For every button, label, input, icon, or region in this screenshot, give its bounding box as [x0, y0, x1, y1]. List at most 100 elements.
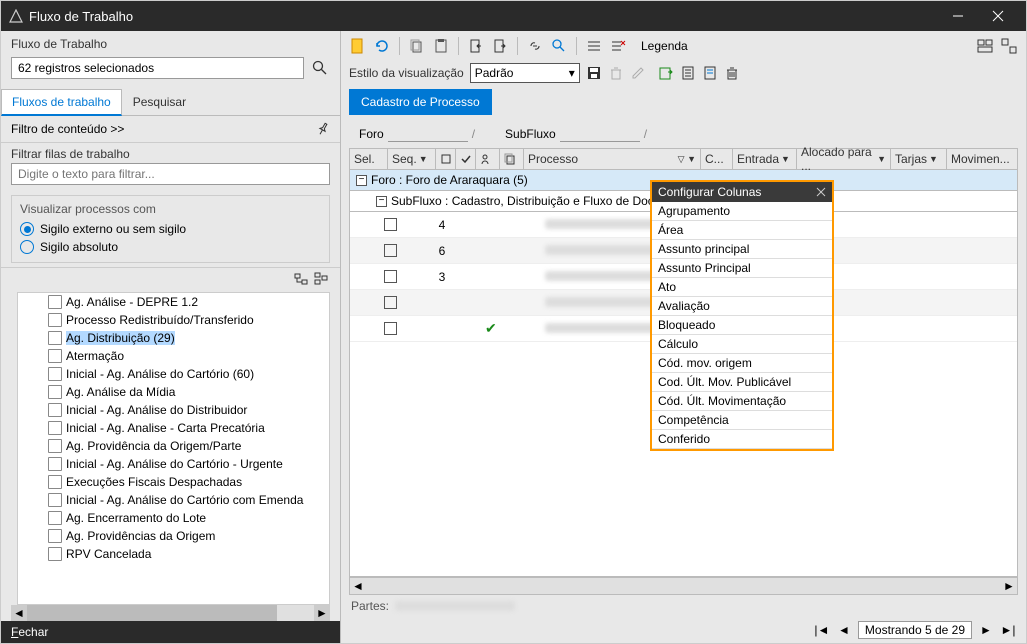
- tree-item[interactable]: Ag. Análise - DEPRE 1.2: [18, 293, 329, 311]
- tree-item[interactable]: Inicial - Ag. Analise - Carta Precatória: [18, 419, 329, 437]
- col-flag-icon[interactable]: [436, 149, 456, 169]
- radio-external-row[interactable]: Sigilo externo ou sem sigilo: [20, 220, 321, 238]
- scroll-left-icon[interactable]: ◄: [11, 605, 27, 621]
- tab-search[interactable]: Pesquisar: [122, 89, 197, 115]
- col-movimen[interactable]: Movimen...: [947, 149, 1017, 169]
- scroll-thumb[interactable]: [27, 605, 277, 621]
- col-user-icon[interactable]: [476, 149, 500, 169]
- tree-item[interactable]: Ag. Encerramento do Lote: [18, 509, 329, 527]
- list-icon[interactable]: [585, 37, 603, 55]
- trash-icon[interactable]: [724, 65, 740, 81]
- doc-in-icon[interactable]: [467, 37, 485, 55]
- column-option[interactable]: Assunto Principal: [652, 259, 832, 278]
- filter-queues-input[interactable]: [11, 163, 330, 185]
- doc2-icon[interactable]: [702, 65, 718, 81]
- column-option[interactable]: Bloqueado: [652, 316, 832, 335]
- row-checkbox[interactable]: [384, 322, 397, 335]
- close-bar[interactable]: Fechar: [1, 621, 340, 643]
- pager-next-icon[interactable]: ►: [978, 622, 994, 638]
- scroll-right-icon[interactable]: ►: [1001, 579, 1017, 593]
- workflow-tree[interactable]: Ag. Análise - DEPRE 1.2Processo Redistri…: [17, 292, 330, 605]
- column-option[interactable]: Área: [652, 221, 832, 240]
- column-option[interactable]: Agrupamento: [652, 202, 832, 221]
- subfluxo-input[interactable]: [560, 125, 640, 142]
- find-icon[interactable]: [550, 37, 568, 55]
- tree-item[interactable]: Inicial - Ag. Análise do Cartório - Urge…: [18, 455, 329, 473]
- col-check-icon[interactable]: [456, 149, 476, 169]
- delete-icon[interactable]: [608, 65, 624, 81]
- pager-first-icon[interactable]: |◄: [814, 622, 830, 638]
- column-option[interactable]: Assunto principal: [652, 240, 832, 259]
- column-option[interactable]: Competência: [652, 411, 832, 430]
- doc-out-icon[interactable]: [491, 37, 509, 55]
- radio-absolute-row[interactable]: Sigilo absoluto: [20, 238, 321, 256]
- column-option[interactable]: Cálculo: [652, 335, 832, 354]
- tree-item[interactable]: Inicial - Ag. Análise do Distribuidor: [18, 401, 329, 419]
- search-input[interactable]: [11, 57, 304, 79]
- col-seq[interactable]: Seq.▼: [388, 149, 436, 169]
- col-processo[interactable]: Processo▽ ▼: [524, 149, 701, 169]
- col-sel[interactable]: Sel.: [350, 149, 388, 169]
- tree-item[interactable]: Execuções Fiscais Despachadas: [18, 473, 329, 491]
- export-icon[interactable]: [658, 65, 674, 81]
- new-icon[interactable]: [349, 37, 367, 55]
- col-alocado[interactable]: Alocado para ...▼: [797, 149, 891, 169]
- refresh-icon[interactable]: [373, 37, 391, 55]
- column-option[interactable]: Conferido: [652, 430, 832, 449]
- column-option[interactable]: Avaliação: [652, 297, 832, 316]
- collapse-icon[interactable]: −: [356, 175, 367, 186]
- tree-item[interactable]: RPV Cancelada: [18, 545, 329, 563]
- tree-item[interactable]: Ag. Distribuição (29): [18, 329, 329, 347]
- column-option[interactable]: Cód. Últ. Movimentação: [652, 392, 832, 411]
- edit-icon[interactable]: [630, 65, 646, 81]
- row-checkbox[interactable]: [384, 244, 397, 257]
- paste-icon[interactable]: [432, 37, 450, 55]
- link-icon[interactable]: [526, 37, 544, 55]
- layout-icon-2[interactable]: [1000, 37, 1018, 55]
- tree-icon-1[interactable]: [294, 272, 310, 288]
- pin-icon[interactable]: [313, 119, 332, 138]
- tree-hscroll[interactable]: ◄ ►: [11, 605, 330, 621]
- tree-item[interactable]: Inicial - Ag. Análise do Cartório (60): [18, 365, 329, 383]
- row-checkbox[interactable]: [384, 270, 397, 283]
- column-config-close-icon[interactable]: [816, 187, 826, 197]
- tree-item[interactable]: Inicial - Ag. Análise do Cartório com Em…: [18, 491, 329, 509]
- legend-label[interactable]: Legenda: [641, 39, 688, 53]
- row-checkbox[interactable]: [384, 296, 397, 309]
- list-remove-icon[interactable]: [609, 37, 627, 55]
- filter-header[interactable]: Filtro de conteúdo >>: [11, 122, 124, 136]
- grid-hscroll[interactable]: ◄ ►: [349, 577, 1018, 595]
- row-checkbox[interactable]: [384, 218, 397, 231]
- copy-icon[interactable]: [408, 37, 426, 55]
- vis-style-combo[interactable]: Padrão ▾: [470, 63, 580, 83]
- save-icon[interactable]: [586, 65, 602, 81]
- doc-icon[interactable]: [680, 65, 696, 81]
- column-option[interactable]: Ato: [652, 278, 832, 297]
- scroll-right-icon[interactable]: ►: [314, 605, 330, 621]
- close-button[interactable]: [978, 1, 1018, 31]
- tab-cadastro-processo[interactable]: Cadastro de Processo: [349, 89, 492, 115]
- col-entrada[interactable]: Entrada▼: [733, 149, 797, 169]
- tree-item[interactable]: Ag. Análise da Mídia: [18, 383, 329, 401]
- radio-absolute[interactable]: [20, 240, 34, 254]
- minimize-button[interactable]: [938, 1, 978, 31]
- pager-prev-icon[interactable]: ◄: [836, 622, 852, 638]
- search-icon[interactable]: [310, 58, 330, 78]
- tree-item[interactable]: Ag. Providência da Origem/Parte: [18, 437, 329, 455]
- tree-item[interactable]: Atermação: [18, 347, 329, 365]
- radio-external[interactable]: [20, 222, 34, 236]
- col-tarjas[interactable]: Tarjas▼: [891, 149, 947, 169]
- tab-workflows[interactable]: Fluxos de trabalho: [1, 89, 122, 116]
- tree-item[interactable]: Ag. Providências da Origem: [18, 527, 329, 545]
- col-c[interactable]: C...: [701, 149, 733, 169]
- column-option[interactable]: Cod. Últ. Mov. Publicável: [652, 373, 832, 392]
- col-copy-icon[interactable]: [500, 149, 524, 169]
- collapse-icon[interactable]: −: [376, 196, 387, 207]
- pager-last-icon[interactable]: ►|: [1000, 622, 1016, 638]
- foro-input[interactable]: [388, 125, 468, 142]
- layout-icon-1[interactable]: [976, 37, 994, 55]
- tree-item[interactable]: Processo Redistribuído/Transferido: [18, 311, 329, 329]
- scroll-left-icon[interactable]: ◄: [350, 579, 366, 593]
- tree-icon-2[interactable]: [314, 272, 330, 288]
- column-option[interactable]: Cód. mov. origem: [652, 354, 832, 373]
